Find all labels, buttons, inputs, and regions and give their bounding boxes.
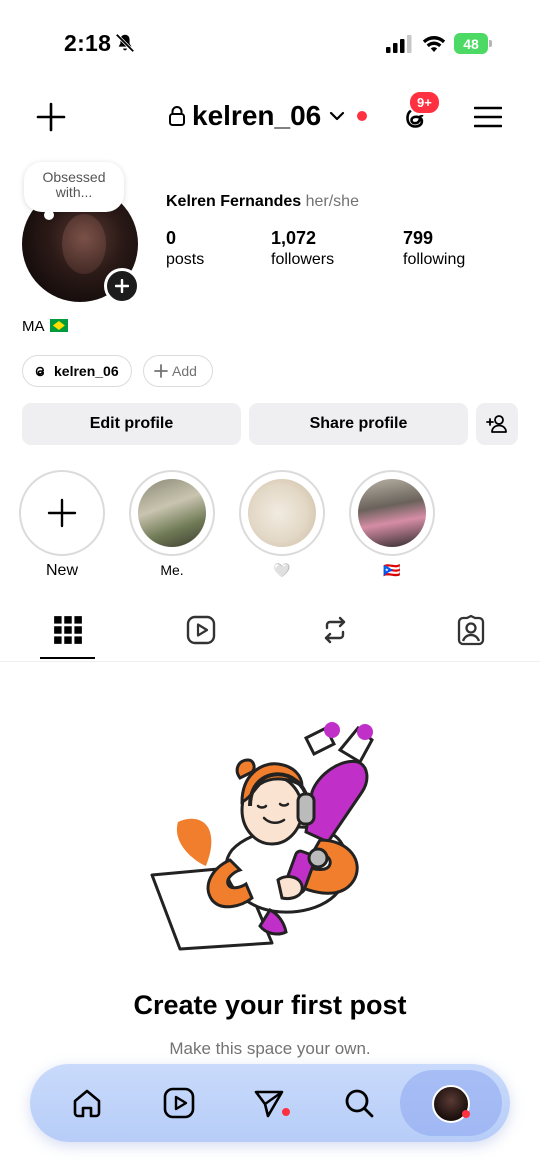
bio-text: MA — [22, 318, 44, 335]
profile-full-name: Kelren Fernandes her/she — [166, 193, 359, 211]
messages-unread-dot — [282, 1108, 290, 1116]
plus-icon — [47, 498, 77, 528]
reels-nav-icon[interactable] — [162, 1086, 196, 1120]
highlight-item[interactable]: 🇵🇷 — [349, 470, 435, 579]
profile-unread-dot — [462, 1110, 470, 1118]
status-bar: 2:18 48 — [0, 0, 540, 88]
threads-handle: kelren_06 — [54, 363, 119, 379]
wifi-icon — [422, 36, 446, 52]
stat-following[interactable]: 799 following — [403, 228, 465, 269]
highlight-cover — [138, 479, 206, 547]
highlight-item[interactable]: Me. — [129, 470, 215, 578]
hamburger-menu-icon[interactable] — [474, 105, 502, 129]
stat-followers-value: 1,072 — [271, 228, 317, 248]
pronouns: her/she — [305, 193, 359, 210]
highlight-cover — [358, 479, 426, 547]
account-switcher[interactable]: kelren_06 — [168, 100, 368, 132]
highlight-cover — [248, 479, 316, 547]
highlight-label: Me. — [160, 562, 184, 578]
notifications-badge: 9+ — [408, 90, 441, 115]
brazil-flag-icon — [49, 319, 68, 332]
empty-state-subtitle: Make this space your own. — [169, 1039, 371, 1058]
home-icon[interactable] — [70, 1086, 104, 1120]
profile-tabs — [0, 606, 540, 662]
profile-header: kelren_06 9+ — [0, 88, 540, 148]
battery-level: 48 — [463, 35, 479, 52]
bottom-nav-bar — [30, 1064, 510, 1142]
empty-state-title: Create your first post — [133, 990, 407, 1020]
bio: MA — [22, 318, 68, 335]
create-plus-icon[interactable] — [36, 102, 66, 132]
stat-followers-label: followers — [271, 251, 335, 268]
highlight-label: New — [45, 562, 78, 579]
status-time: 2:18 — [64, 30, 112, 56]
account-unread-dot — [357, 111, 368, 121]
stat-followers[interactable]: 1,072 followers — [271, 228, 334, 269]
reels-icon[interactable] — [185, 614, 217, 646]
add-story-button[interactable] — [104, 268, 140, 304]
highlight-label: 🇵🇷 — [383, 562, 401, 578]
header-username: kelren_06 — [192, 100, 322, 131]
note-bubble[interactable]: Obsessed with... — [24, 162, 124, 212]
active-tab-indicator — [40, 657, 95, 659]
add-person-icon — [486, 415, 507, 433]
add-link-label: Add — [172, 363, 197, 379]
search-icon[interactable] — [342, 1086, 376, 1120]
note-bubble-tail — [44, 210, 54, 220]
chevron-down-icon — [330, 111, 345, 121]
plus-icon — [154, 364, 168, 378]
threads-small-icon — [35, 366, 45, 376]
discover-people-button[interactable] — [476, 403, 518, 445]
empty-posts-illustration — [150, 722, 374, 951]
grid-icon[interactable] — [52, 614, 84, 646]
direct-messages-icon[interactable] — [252, 1086, 286, 1120]
add-link-pill[interactable]: Add — [143, 355, 213, 387]
stat-posts-label: posts — [166, 251, 205, 268]
highlight-label: 🤍 — [273, 562, 291, 578]
stat-following-label: following — [403, 251, 466, 268]
stat-posts-value: 0 — [166, 228, 177, 248]
stat-posts[interactable]: 0 posts — [166, 228, 204, 269]
highlight-new[interactable]: New — [19, 470, 105, 580]
threads-link-pill[interactable]: kelren_06 — [22, 355, 132, 387]
reposts-icon[interactable] — [319, 614, 351, 646]
lock-icon — [169, 106, 185, 126]
highlight-new-ring — [19, 470, 105, 556]
battery-indicator: 48 — [454, 33, 492, 54]
share-profile-button[interactable]: Share profile — [249, 403, 468, 445]
note-text: Obsessed with... — [42, 169, 106, 200]
full-name-text: Kelren Fernandes — [166, 193, 302, 210]
cell-signal-icon — [386, 35, 412, 53]
bell-off-icon — [115, 33, 135, 53]
plus-icon — [115, 279, 129, 293]
edit-profile-button[interactable]: Edit profile — [22, 403, 241, 445]
tagged-icon[interactable] — [455, 614, 487, 646]
highlight-item[interactable]: 🤍 — [239, 470, 325, 579]
stat-following-value: 799 — [403, 228, 434, 248]
